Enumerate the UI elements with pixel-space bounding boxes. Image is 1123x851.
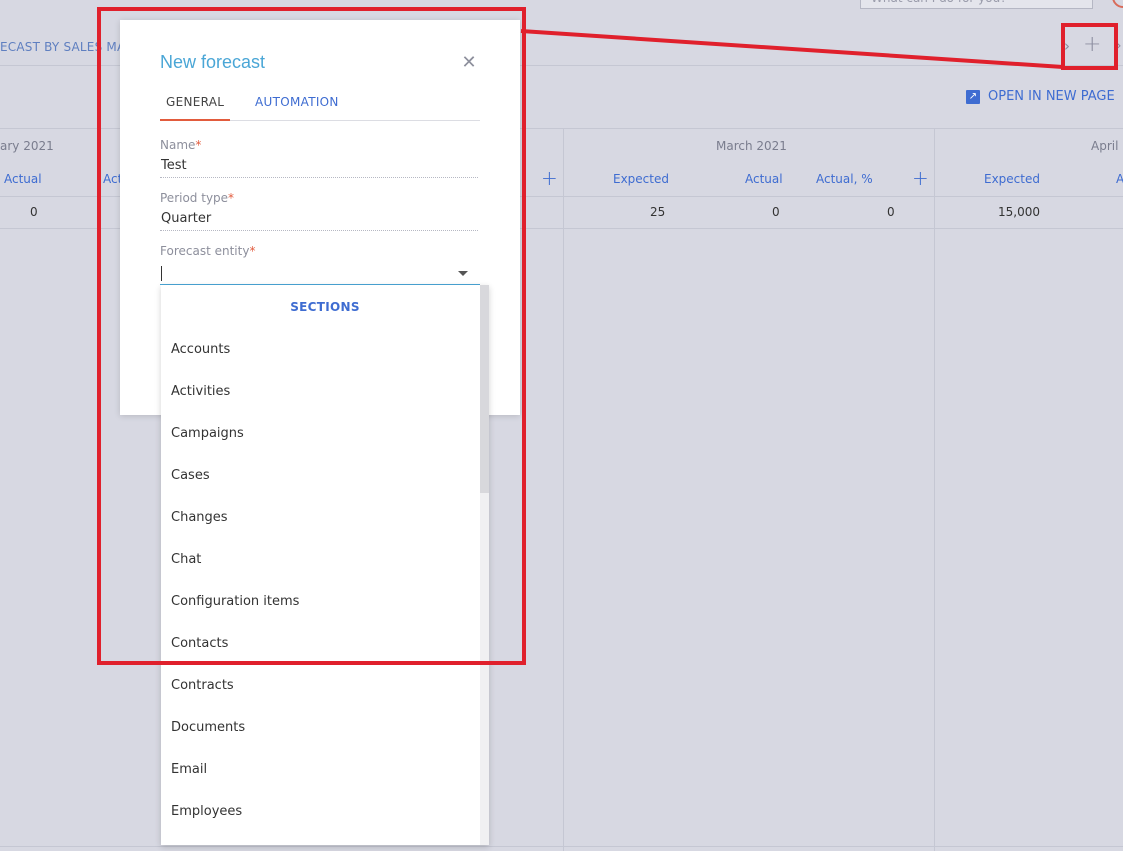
table-cell: 0 (30, 205, 38, 219)
table-cell: 0 (887, 205, 895, 219)
column-header-actual[interactable]: Actual (745, 172, 783, 186)
table-cell: 25 (650, 205, 666, 219)
search-input[interactable]: What can I do for you? (860, 0, 1093, 9)
table-cell: 0 (772, 205, 780, 219)
avatar[interactable] (1112, 0, 1123, 8)
external-link-icon: ↗ (966, 89, 980, 104)
list-item[interactable]: Email (161, 749, 489, 791)
annotation-box-add-button (1061, 23, 1118, 70)
grid-line (0, 846, 1123, 847)
month-header-february: ary 2021 (0, 139, 54, 153)
list-item[interactable]: Documents (161, 707, 489, 749)
add-column-icon[interactable]: + (912, 166, 929, 190)
grid-line (934, 128, 935, 851)
column-header-actual[interactable]: A (1116, 172, 1123, 186)
column-header-expected[interactable]: Expected (613, 172, 669, 186)
table-cell: 15,000 (998, 205, 1040, 219)
column-header-expected[interactable]: Expected (984, 172, 1040, 186)
list-item[interactable]: Contracts (161, 665, 489, 707)
grid-line (563, 128, 564, 851)
add-column-icon[interactable]: + (541, 166, 558, 190)
month-header-april: April 2 (1091, 139, 1123, 153)
annotation-box-dialog (97, 7, 526, 665)
open-in-new-page-button[interactable]: ↗ OPEN IN NEW PAGE (966, 89, 1115, 104)
month-header-march: March 2021 (716, 139, 787, 153)
list-item[interactable]: Employees (161, 791, 489, 833)
open-in-new-page-label: OPEN IN NEW PAGE (988, 89, 1115, 104)
column-header-actual[interactable]: Actual (4, 172, 42, 186)
column-header-actual-pct[interactable]: Actual, % (816, 172, 873, 186)
